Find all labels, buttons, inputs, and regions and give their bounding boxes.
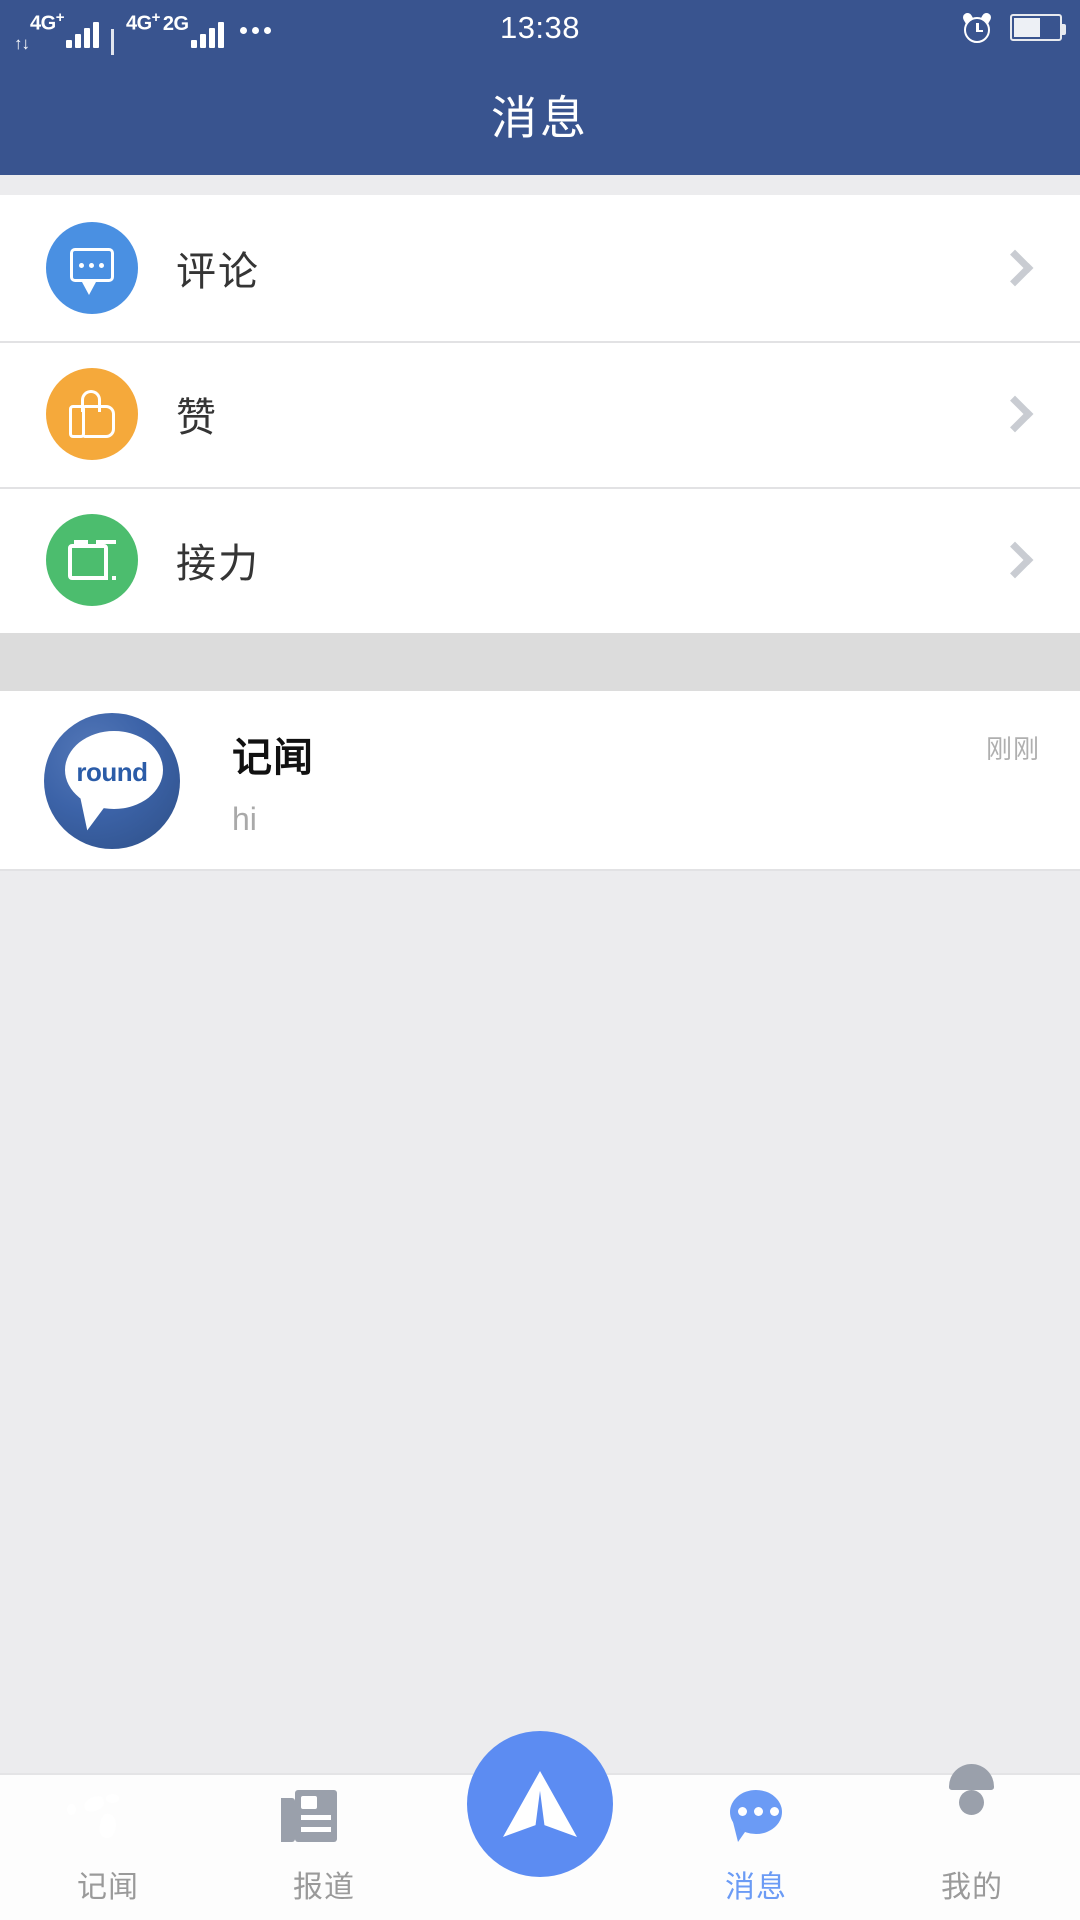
category-row-comment[interactable]: 评论 <box>0 195 1080 341</box>
newspaper-icon <box>281 1789 353 1848</box>
tab-label-baodao: 报道 <box>293 1870 355 1904</box>
tab-wode[interactable]: 我的 <box>864 1763 1080 1920</box>
conversation-timestamp: 刚刚 <box>985 734 1040 764</box>
conversation-row[interactable]: round 记闻 hi 刚刚 <box>0 691 1080 871</box>
tab-xiaoxi[interactable]: 消息 <box>648 1775 864 1920</box>
category-label-like: 赞 <box>176 396 218 440</box>
page-title: 消息 <box>491 92 589 144</box>
category-label-comment: 评论 <box>176 250 260 294</box>
tab-baodao[interactable]: 报道 <box>216 1775 432 1920</box>
chevron-right-icon <box>996 541 1034 579</box>
status-bar: ↑↓ 4G+ 4G+ 2G 13:38 <box>0 0 1080 55</box>
battery-icon <box>1010 14 1066 41</box>
conversation-preview: hi <box>232 800 257 837</box>
thumbs-up-icon <box>46 368 138 460</box>
alarm-clock-icon <box>961 10 993 43</box>
tab-label-jiwen: 记闻 <box>77 1870 139 1904</box>
chevron-right-icon <box>996 395 1034 433</box>
paper-plane-icon[interactable] <box>467 1731 613 1877</box>
category-label-relay: 接力 <box>176 542 260 586</box>
category-row-relay[interactable]: 接力 <box>0 487 1080 633</box>
globe-icon <box>67 1790 137 1848</box>
status-bar-right <box>961 0 1066 55</box>
category-row-like[interactable]: 赞 <box>0 341 1080 487</box>
person-icon <box>943 1763 1001 1848</box>
avatar-brand-text: round <box>76 757 148 787</box>
chat-bubble-icon <box>727 1789 785 1848</box>
tab-jiwen[interactable]: 记闻 <box>0 1775 216 1920</box>
round-logo-avatar: round <box>44 713 180 849</box>
conversation-body: 记闻 hi <box>232 725 986 838</box>
tab-compose[interactable] <box>432 1731 648 1920</box>
category-list: 评论 赞 接力 <box>0 195 1080 633</box>
status-bar-clock: 13:38 <box>499 9 581 45</box>
section-divider <box>0 633 1080 691</box>
app-screen: ↑↓ 4G+ 4G+ 2G 13:38 消息 评论 赞 接力 round 记闻 … <box>0 0 1080 1920</box>
conversation-name: 记闻 <box>232 735 314 780</box>
bottom-tab-bar: 记闻 报道 消息 我的 <box>0 1731 1080 1920</box>
tab-label-xiaoxi: 消息 <box>725 1870 787 1904</box>
tab-label-wode: 我的 <box>941 1870 1003 1904</box>
top-spacer <box>0 175 1080 195</box>
content-area: 评论 赞 接力 round 记闻 hi 刚刚 <box>0 175 1080 1773</box>
chevron-right-icon <box>996 249 1034 287</box>
relay-icon <box>46 514 138 606</box>
comment-icon <box>46 222 138 314</box>
page-header: 消息 <box>0 55 1080 175</box>
